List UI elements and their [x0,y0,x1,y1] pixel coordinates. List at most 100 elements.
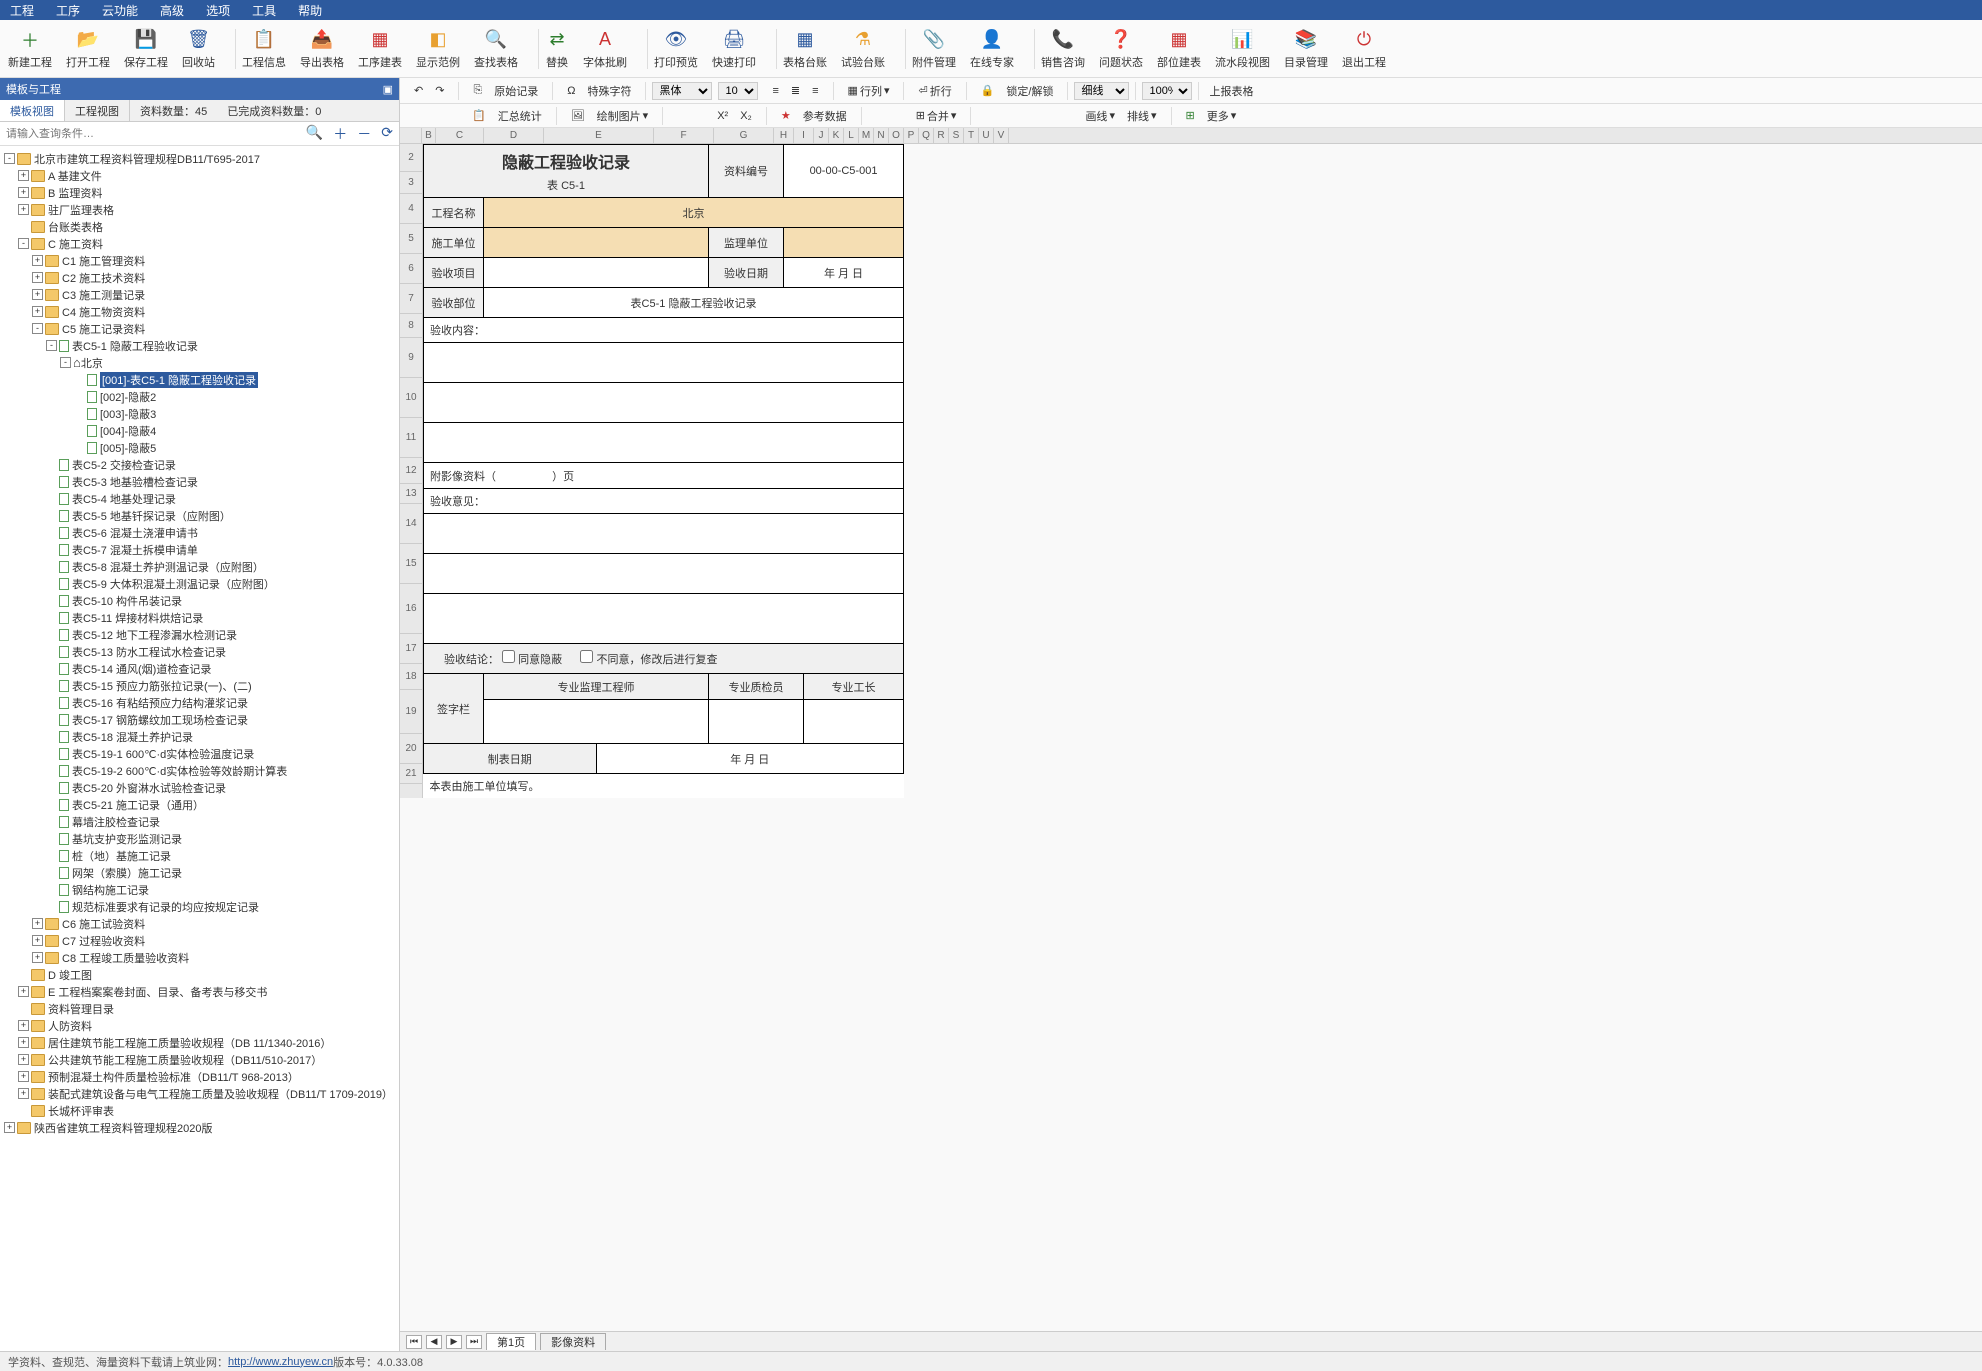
content-area-2[interactable] [424,383,904,423]
tree-node[interactable]: 表C5-5 地基钎探记录（应附图） [2,507,397,524]
tree-node[interactable]: +C1 施工管理资料 [2,252,397,269]
tree-node[interactable]: [004]-隐蔽4 [2,422,397,439]
tree-node[interactable]: 表C5-18 混凝土养护记录 [2,728,397,745]
row-header[interactable]: 18 [400,664,422,690]
special-char-button[interactable]: 特殊字符 [583,81,635,101]
role3-sign[interactable] [804,700,904,744]
toolbar-附件管理[interactable]: 📎附件管理 [912,28,956,70]
role2-sign[interactable] [709,700,804,744]
subscript-icon[interactable]: X₂ [736,108,756,124]
panel-close-icon[interactable]: ▣ [383,83,393,96]
toolbar-流水段视图[interactable]: 📊流水段视图 [1215,28,1270,70]
sumstat-button[interactable]: 汇总统计 [494,106,546,126]
search-icon[interactable]: 🔍 [306,124,323,144]
tree-node[interactable]: -北京市建筑工程资料管理规程DB11/T695-2017 [2,150,397,167]
sheet-area[interactable]: BCDEFGHIJKLMNOPQRSTUV 234567891011121314… [400,128,1982,1331]
inspectpart-value[interactable]: 表C5-1 隐蔽工程验收记录 [484,288,904,318]
image-icon[interactable]: 🖼 [567,107,589,124]
col-header[interactable]: O [889,128,904,143]
tree-node[interactable]: [002]-隐蔽2 [2,388,397,405]
role1-sign[interactable] [484,700,709,744]
col-header[interactable]: Q [919,128,934,143]
tree-node[interactable]: +陕西省建筑工程资料管理规程2020版 [2,1119,397,1136]
search-input[interactable] [6,128,306,140]
tree-node[interactable]: 表C5-10 构件吊装记录 [2,592,397,609]
paste-icon[interactable]: 📋 [468,107,490,124]
row-header[interactable]: 9 [400,338,422,378]
tree-node[interactable]: 表C5-6 混凝土浇灌申请书 [2,524,397,541]
tree-toggle-icon[interactable]: - [46,340,57,351]
add-icon[interactable]: ＋ [333,124,347,144]
tree-toggle-icon[interactable]: + [32,952,43,963]
col-header[interactable]: M [859,128,874,143]
toolbar-销售咨询[interactable]: 📞销售咨询 [1041,28,1085,70]
tree-node[interactable]: 表C5-11 焊接材料烘焙记录 [2,609,397,626]
toolbar-快速打印[interactable]: 🖨快速打印 [712,28,756,70]
drawchart-button[interactable]: 绘制图片 ▾ [593,106,653,126]
tree-node[interactable]: -C 施工资料 [2,235,397,252]
refdata-button[interactable]: 参考数据 [799,106,851,126]
superscript-icon[interactable]: X² [713,108,732,124]
col-header[interactable]: H [774,128,794,143]
font-select[interactable]: 黑体 [652,82,712,100]
zoom-select[interactable]: 100% [1142,82,1192,100]
toolbar-导出表格[interactable]: 📤导出表格 [300,28,344,70]
lock-icon[interactable]: 🔒 [977,82,999,99]
toolbar-打开工程[interactable]: 📂打开工程 [66,28,110,70]
toolbar-新建工程[interactable]: ＋新建工程 [8,28,52,70]
menu-advanced[interactable]: 高级 [160,2,184,19]
tree-node[interactable]: 表C5-15 预应力筋张拉记录(一)、(二) [2,677,397,694]
col-header[interactable]: F [654,128,714,143]
last-page-icon[interactable]: ⏭ [466,1335,482,1349]
row-header[interactable]: 14 [400,504,422,544]
tree-node[interactable]: 表C5-19-1 600℃·d实体检验温度记录 [2,745,397,762]
tree-toggle-icon[interactable]: + [18,1037,29,1048]
tree-node[interactable]: 表C5-4 地基处理记录 [2,490,397,507]
tree-node[interactable]: 表C5-2 交接检查记录 [2,456,397,473]
tree-toggle-icon[interactable]: - [60,357,71,368]
toolbar-保存工程[interactable]: 💾保存工程 [124,28,168,70]
supervisor-value[interactable] [784,228,904,258]
col-header[interactable]: E [544,128,654,143]
tree-node[interactable]: 网架（索膜）施工记录 [2,864,397,881]
copy-icon[interactable]: ⎘ [469,82,486,99]
tree-node[interactable]: +公共建筑节能工程施工质量验收规程（DB11/510-2017） [2,1051,397,1068]
opinion-area-1[interactable] [424,514,904,554]
tree-node[interactable]: +C6 施工试验资料 [2,915,397,932]
opinion-area-3[interactable] [424,594,904,644]
col-header[interactable]: I [794,128,814,143]
tree-toggle-icon[interactable]: + [32,935,43,946]
row-header[interactable]: 4 [400,194,422,224]
row-header[interactable]: 2 [400,144,422,172]
sheet-tab-page1[interactable]: 第1页 [486,1333,536,1350]
tree-node[interactable]: 钢结构施工记录 [2,881,397,898]
toolbar-回收站[interactable]: 🗑回收站 [182,28,215,70]
toolbar-部位建表[interactable]: ▦部位建表 [1157,28,1201,70]
col-header[interactable]: V [994,128,1009,143]
toolbar-查找表格[interactable]: 🔍查找表格 [474,28,518,70]
tree-node[interactable]: 规范标准要求有记录的均应按规定记录 [2,898,397,915]
tree-node[interactable]: 表C5-3 地基验槽检查记录 [2,473,397,490]
tree-toggle-icon[interactable]: + [18,187,29,198]
wrap-button[interactable]: ⏎ 折行 [914,81,955,101]
tree-node[interactable]: -C5 施工记录资料 [2,320,397,337]
tree-node[interactable]: 基坑支护变形监测记录 [2,830,397,847]
tree-node[interactable]: 表C5-20 外窗淋水试验检查记录 [2,779,397,796]
tree-node[interactable]: +C2 施工技术资料 [2,269,397,286]
more-button[interactable]: 更多 ▾ [1203,106,1241,126]
tree-toggle-icon[interactable]: + [32,306,43,317]
inspectitem-value[interactable] [484,258,709,288]
sort-button[interactable]: 排线 ▾ [1123,106,1161,126]
col-header[interactable]: B [422,128,436,143]
undo-icon[interactable]: ↶ [410,82,427,99]
tree-toggle-icon[interactable]: - [4,153,15,164]
tree-node[interactable]: [001]-表C5-1 隐蔽工程验收记录 [2,371,397,388]
row-header[interactable]: 7 [400,284,422,314]
tree-node[interactable]: 表C5-13 防水工程试水检查记录 [2,643,397,660]
opinion-area-2[interactable] [424,554,904,594]
tree-toggle-icon[interactable]: + [32,255,43,266]
tree-node[interactable]: +预制混凝土构件质量检验标准（DB11/T 968-2013） [2,1068,397,1085]
next-page-icon[interactable]: ▶ [446,1335,462,1349]
original-record-button[interactable]: 原始记录 [490,81,542,101]
tab-template-view[interactable]: 模板视图 [0,100,65,121]
